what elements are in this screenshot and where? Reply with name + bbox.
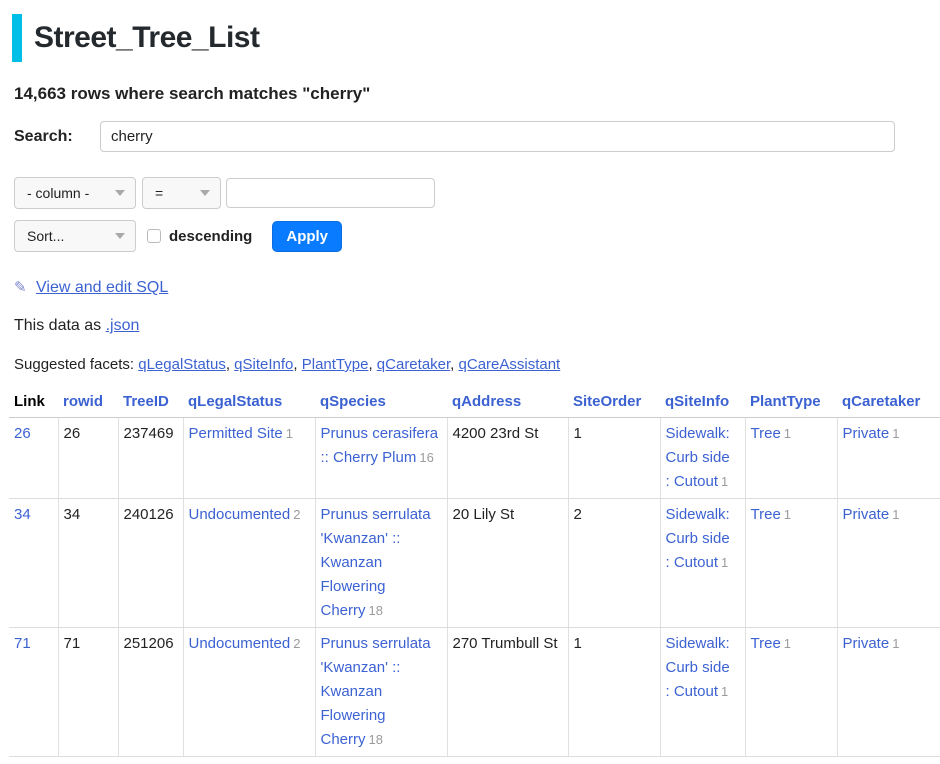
row-link[interactable]: 26 — [14, 425, 31, 442]
chevron-down-icon — [115, 233, 125, 239]
row-count-summary: 14,663 rows where search matches "cherry… — [14, 84, 926, 104]
table-row: 26 26 237469 Permitted Site1 Prunus cera… — [9, 418, 940, 499]
column-header-planttype[interactable]: PlantType — [745, 389, 837, 418]
row-link[interactable]: 71 — [14, 635, 31, 652]
cell-treeid: 251206 — [118, 628, 183, 757]
cell-address: 270 Trumbull St — [447, 628, 568, 757]
facet-count: 1 — [784, 426, 791, 441]
cell-legal-link[interactable]: Undocumented — [189, 506, 291, 523]
descending-label: descending — [169, 228, 252, 245]
column-header-qspecies[interactable]: qSpecies — [315, 389, 447, 418]
facet-link-planttype[interactable]: PlantType — [302, 356, 369, 373]
cell-legal-link[interactable]: Undocumented — [189, 635, 291, 652]
facet-link-qsiteinfo[interactable]: qSiteInfo — [234, 356, 293, 373]
facet-count: 1 — [892, 426, 899, 441]
page-title: Street_Tree_List — [12, 14, 926, 62]
facets-prefix: Suggested facets: — [14, 356, 138, 373]
facet-link-qcareassistant[interactable]: qCareAssistant — [459, 356, 561, 373]
facet-count: 1 — [784, 507, 791, 522]
chevron-down-icon — [200, 190, 210, 196]
facet-count: 1 — [721, 555, 728, 570]
facet-count: 2 — [293, 636, 300, 651]
table-row: 71 71 251206 Undocumented2 Prunus serrul… — [9, 628, 940, 757]
facet-count: 1 — [721, 684, 728, 699]
facet-count: 1 — [721, 474, 728, 489]
cell-siteorder: 1 — [568, 628, 660, 757]
chevron-down-icon — [115, 190, 125, 196]
cell-legal-link[interactable]: Permitted Site — [189, 425, 283, 442]
cell-siteorder: 2 — [568, 499, 660, 628]
search-label: Search: — [14, 128, 100, 146]
cell-rowid: 34 — [58, 499, 118, 628]
json-link[interactable]: .json — [106, 317, 140, 334]
sql-line: ✎ View and edit SQL — [14, 278, 926, 297]
filter-operator-select[interactable]: = — [142, 177, 221, 209]
page-title-text: Street_Tree_List — [34, 21, 259, 55]
search-row: Search: — [14, 121, 926, 152]
column-header-qaddress[interactable]: qAddress — [447, 389, 568, 418]
cell-address: 4200 23rd St — [447, 418, 568, 499]
data-as-prefix: This data as — [14, 317, 106, 334]
apply-button[interactable]: Apply — [272, 221, 342, 252]
cell-siteorder: 1 — [568, 418, 660, 499]
cell-treeid: 240126 — [118, 499, 183, 628]
cell-caretaker-link[interactable]: Private — [843, 635, 890, 652]
cell-caretaker-link[interactable]: Private — [843, 425, 890, 442]
filter-operator-select-value: = — [155, 185, 163, 201]
facet-count: 2 — [293, 507, 300, 522]
column-header-qsiteinfo[interactable]: qSiteInfo — [660, 389, 745, 418]
row-link[interactable]: 34 — [14, 506, 31, 523]
column-header-qlegalstatus[interactable]: qLegalStatus — [183, 389, 315, 418]
filter-row: - column - = — [14, 177, 926, 209]
cell-planttype-link[interactable]: Tree — [751, 506, 781, 523]
accent-bar — [12, 14, 22, 62]
data-export-line: This data as .json — [14, 317, 926, 335]
results-table: Link rowid TreeID qLegalStatus qSpecies … — [9, 389, 940, 757]
suggested-facets-line: Suggested facets: qLegalStatus, qSiteInf… — [14, 356, 926, 373]
table-header-row: Link rowid TreeID qLegalStatus qSpecies … — [9, 389, 940, 418]
cell-planttype-link[interactable]: Tree — [751, 635, 781, 652]
page: Street_Tree_List 14,663 rows where searc… — [0, 14, 940, 757]
sort-row: Sort... descending Apply — [14, 220, 926, 252]
filter-column-select[interactable]: - column - — [14, 177, 136, 209]
column-header-qcaretaker[interactable]: qCaretaker — [837, 389, 940, 418]
column-header-siteorder[interactable]: SiteOrder — [568, 389, 660, 418]
filter-column-select-value: - column - — [27, 185, 89, 201]
search-input[interactable] — [100, 121, 895, 152]
sort-select-value: Sort... — [27, 228, 64, 244]
facet-count: 1 — [892, 507, 899, 522]
facet-count: 1 — [784, 636, 791, 651]
facet-count: 1 — [286, 426, 293, 441]
filter-value-input[interactable] — [226, 178, 435, 208]
cell-caretaker-link[interactable]: Private — [843, 506, 890, 523]
cell-rowid: 71 — [58, 628, 118, 757]
view-edit-sql-link[interactable]: View and edit SQL — [36, 279, 168, 296]
column-header-rowid[interactable]: rowid — [58, 389, 118, 418]
table-row: 34 34 240126 Undocumented2 Prunus serrul… — [9, 499, 940, 628]
facet-link-qlegalstatus[interactable]: qLegalStatus — [138, 356, 226, 373]
facet-count: 16 — [419, 450, 433, 465]
sort-select[interactable]: Sort... — [14, 220, 136, 252]
facet-count: 18 — [369, 732, 383, 747]
pencil-icon: ✎ — [14, 279, 27, 296]
column-header-treeid[interactable]: TreeID — [118, 389, 183, 418]
cell-treeid: 237469 — [118, 418, 183, 499]
facet-count: 1 — [892, 636, 899, 651]
cell-planttype-link[interactable]: Tree — [751, 425, 781, 442]
cell-rowid: 26 — [58, 418, 118, 499]
column-header-link: Link — [9, 389, 58, 418]
facet-link-qcaretaker[interactable]: qCaretaker — [377, 356, 450, 373]
facet-count: 18 — [369, 603, 383, 618]
descending-checkbox[interactable] — [147, 229, 161, 243]
cell-address: 20 Lily St — [447, 499, 568, 628]
